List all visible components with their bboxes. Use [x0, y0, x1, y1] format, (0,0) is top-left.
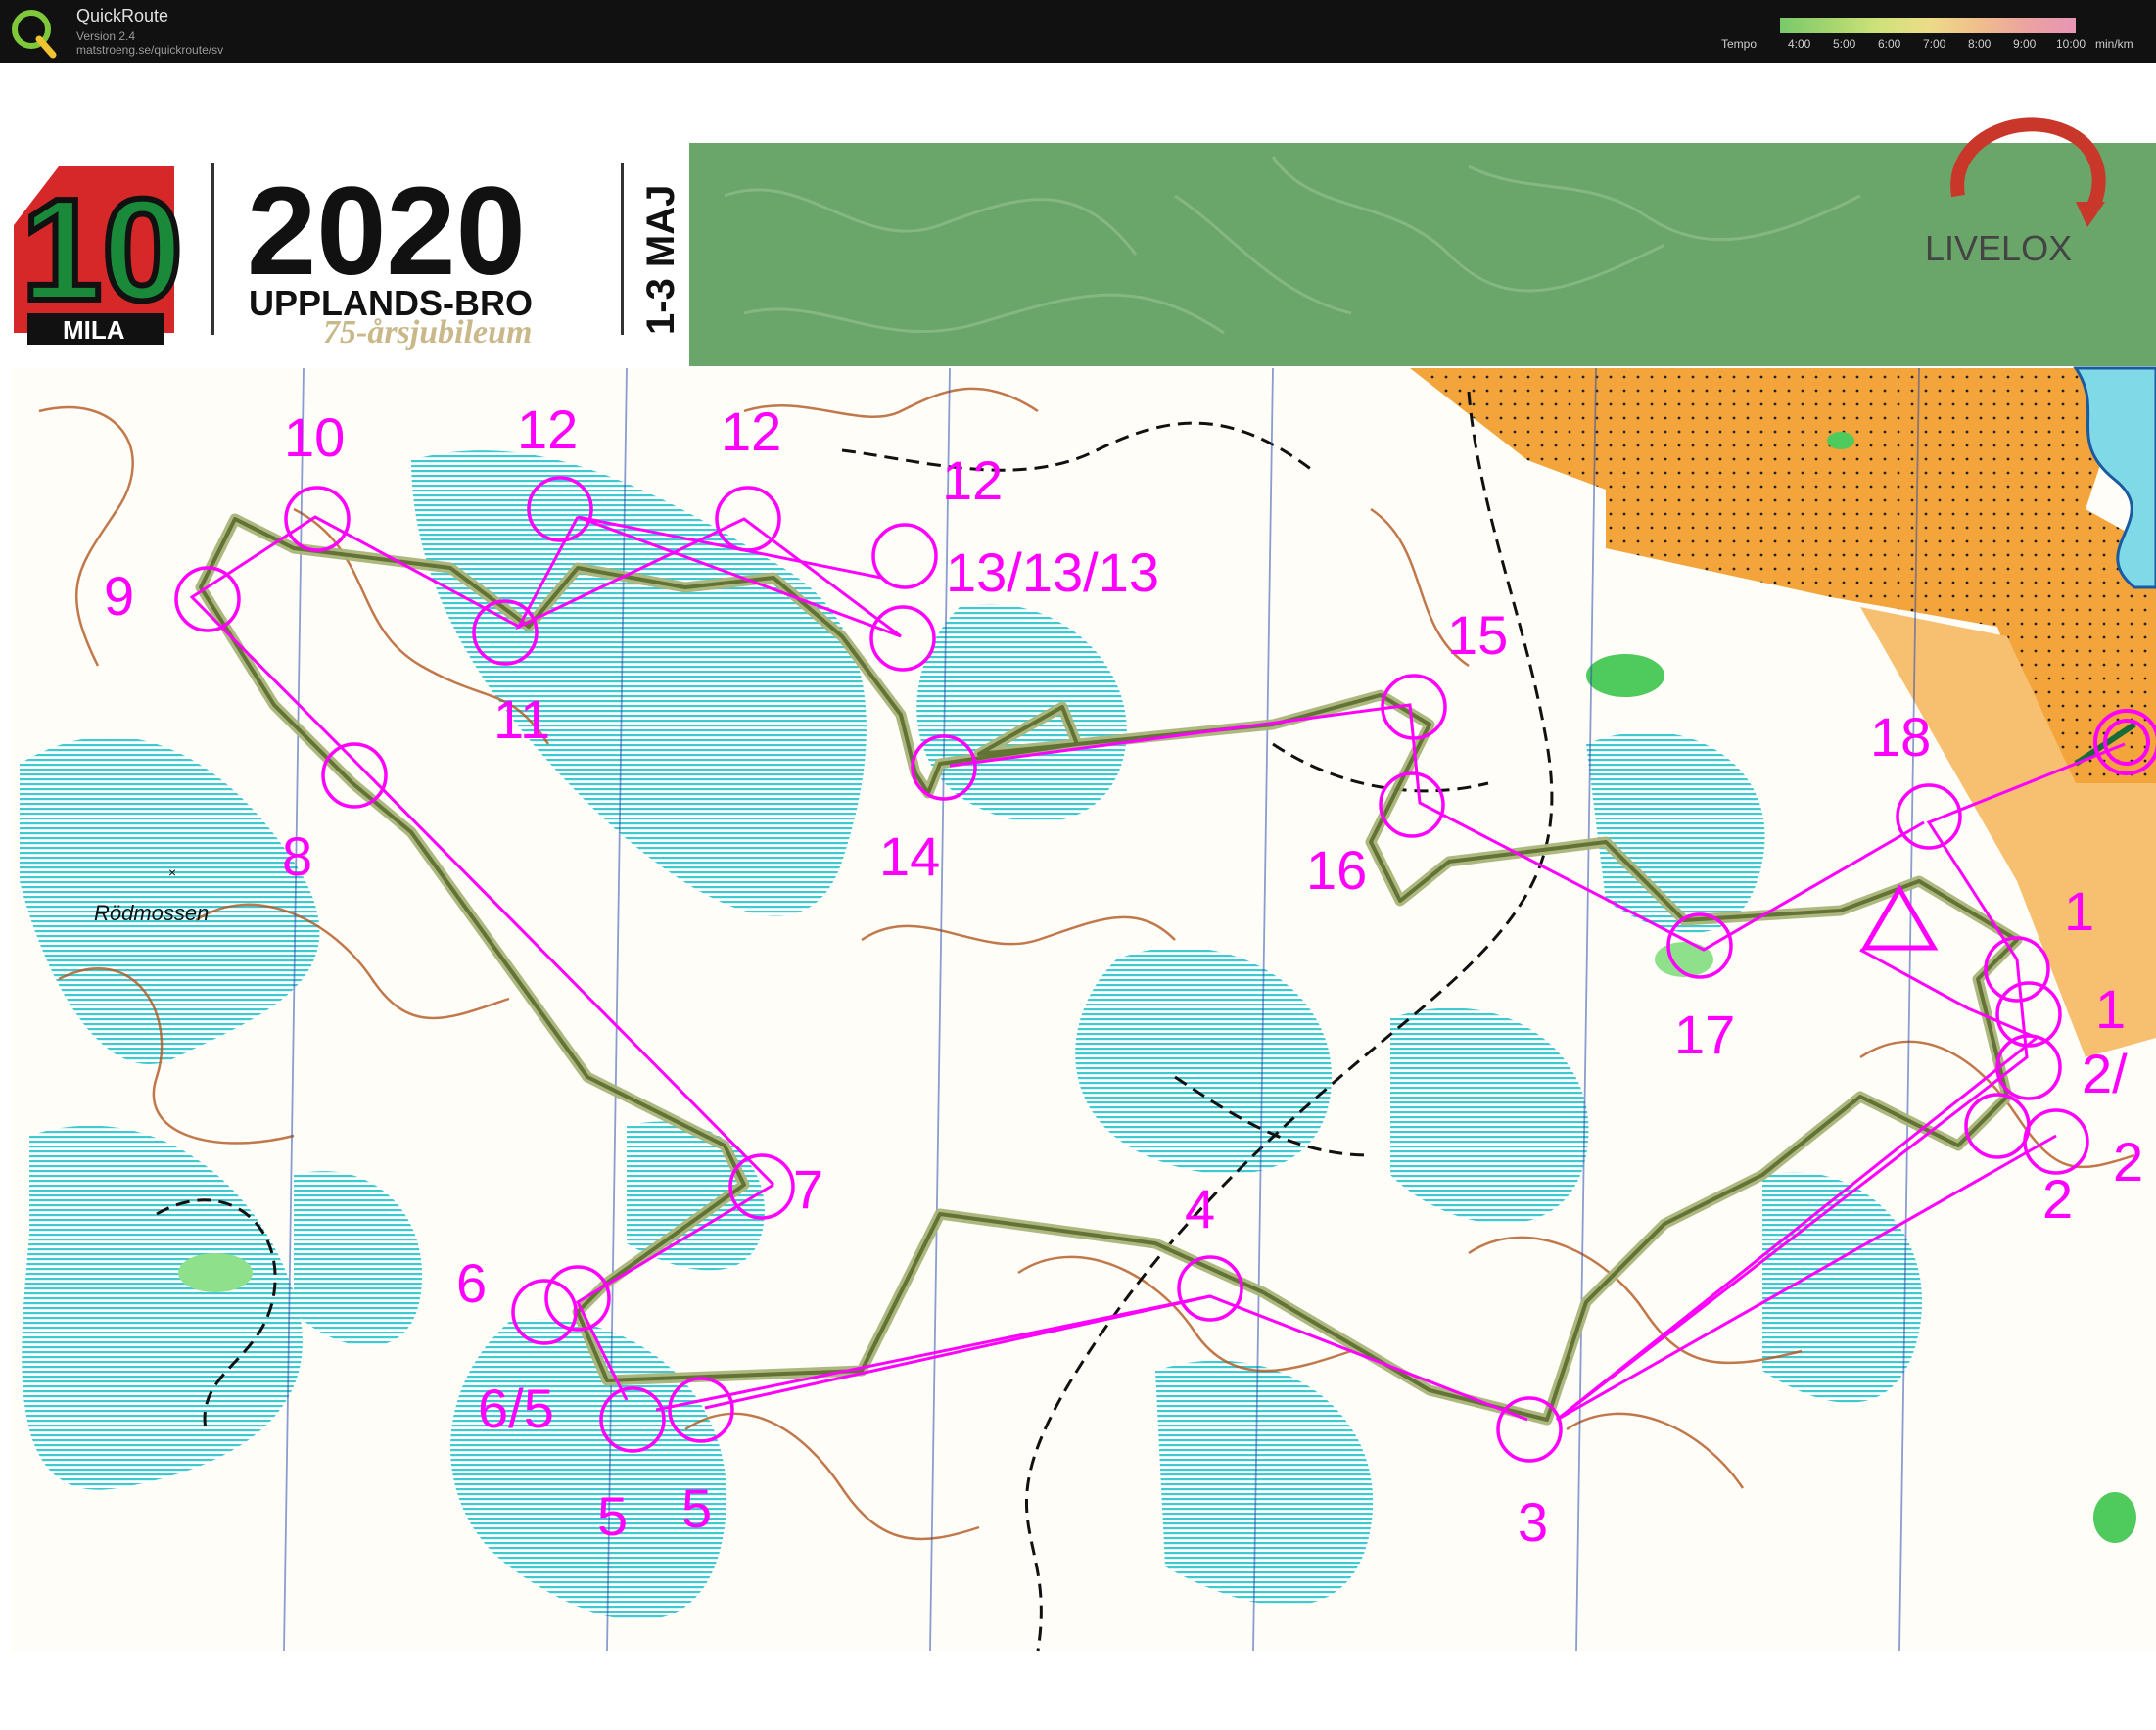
brand-text: LIVELOX: [1925, 228, 2072, 268]
control-label-c16: 16: [1306, 839, 1367, 901]
tempo-tick: 6:00: [1878, 37, 1901, 51]
place-name: Rödmossen: [94, 901, 209, 925]
control-label-c1a: 1: [2064, 880, 2094, 942]
quickroute-logo-icon: [12, 10, 57, 59]
control-label-c15: 15: [1447, 604, 1508, 666]
control-label-c12b: 12: [721, 400, 781, 462]
control-label-c11: 11: [493, 688, 550, 750]
tempo-tick: 5:00: [1833, 37, 1856, 51]
title-bar: QuickRoute Version 2.4 matstroeng.se/qui…: [0, 0, 2156, 63]
event-dates: 1-3 MAJ: [639, 185, 682, 335]
app-url: matstroeng.se/quickroute/sv: [76, 43, 224, 57]
control-label-c5a: 5: [597, 1485, 628, 1547]
control-label-c10: 10: [284, 406, 345, 468]
app-version: Version 2.4: [76, 29, 136, 43]
app-name: QuickRoute: [76, 6, 169, 25]
control-label-c7: 7: [793, 1158, 823, 1220]
control-label-c18: 18: [1870, 706, 1931, 768]
control-label-c4: 4: [1185, 1178, 1215, 1239]
event-year: 2020: [247, 162, 526, 302]
10mila-logo: 10 MILA: [14, 166, 186, 345]
control-label-c12a: 12: [517, 398, 578, 460]
event-jubilee: 75-årsjubileum: [323, 314, 532, 351]
control-label-c6a: 6: [456, 1252, 487, 1314]
control-label-c12c: 12: [942, 449, 1003, 511]
control-label-c6b: 6/5: [478, 1378, 554, 1439]
control-label-c9: 9: [104, 565, 134, 627]
tempo-color-scale: [1780, 18, 2076, 33]
control-label-c8: 8: [282, 825, 312, 887]
logo-number: 10: [22, 169, 183, 331]
tempo-tick: 4:00: [1788, 37, 1811, 51]
control-label-c2b: 2: [2113, 1131, 2143, 1192]
logo-text: MILA: [63, 315, 125, 345]
tempo-unit: min/km: [2095, 37, 2133, 51]
control-label-c3: 3: [1518, 1491, 1548, 1553]
control-label-c5b: 5: [681, 1477, 712, 1539]
tempo-tick: 7:00: [1923, 37, 1946, 51]
header-banner: 10 MILA 2020 UPPLANDS-BRO 75-årsjubileum…: [0, 117, 2156, 367]
control-label-c1b: 1: [2095, 978, 2126, 1040]
tempo-label: Tempo: [1721, 37, 1758, 51]
control-label-c14: 14: [879, 825, 940, 887]
control-label-c13: 13/13/13: [946, 541, 1159, 603]
tempo-tick: 9:00: [2013, 37, 2037, 51]
control-label-c2a: 2/: [2082, 1043, 2128, 1104]
tempo-tick: 8:00: [1968, 37, 1992, 51]
control-label-c2c: 2: [2042, 1168, 2073, 1230]
map-viewport[interactable]: 10 MILA 2020 UPPLANDS-BRO 75-årsjubileum…: [0, 63, 2156, 1730]
orienteering-map[interactable]: 10 MILA 2020 UPPLANDS-BRO 75-årsjubileum…: [0, 63, 2156, 1730]
control-label-c17: 17: [1674, 1004, 1735, 1065]
svg-text:×: ×: [168, 865, 176, 880]
tempo-tick: 10:00: [2056, 37, 2086, 51]
